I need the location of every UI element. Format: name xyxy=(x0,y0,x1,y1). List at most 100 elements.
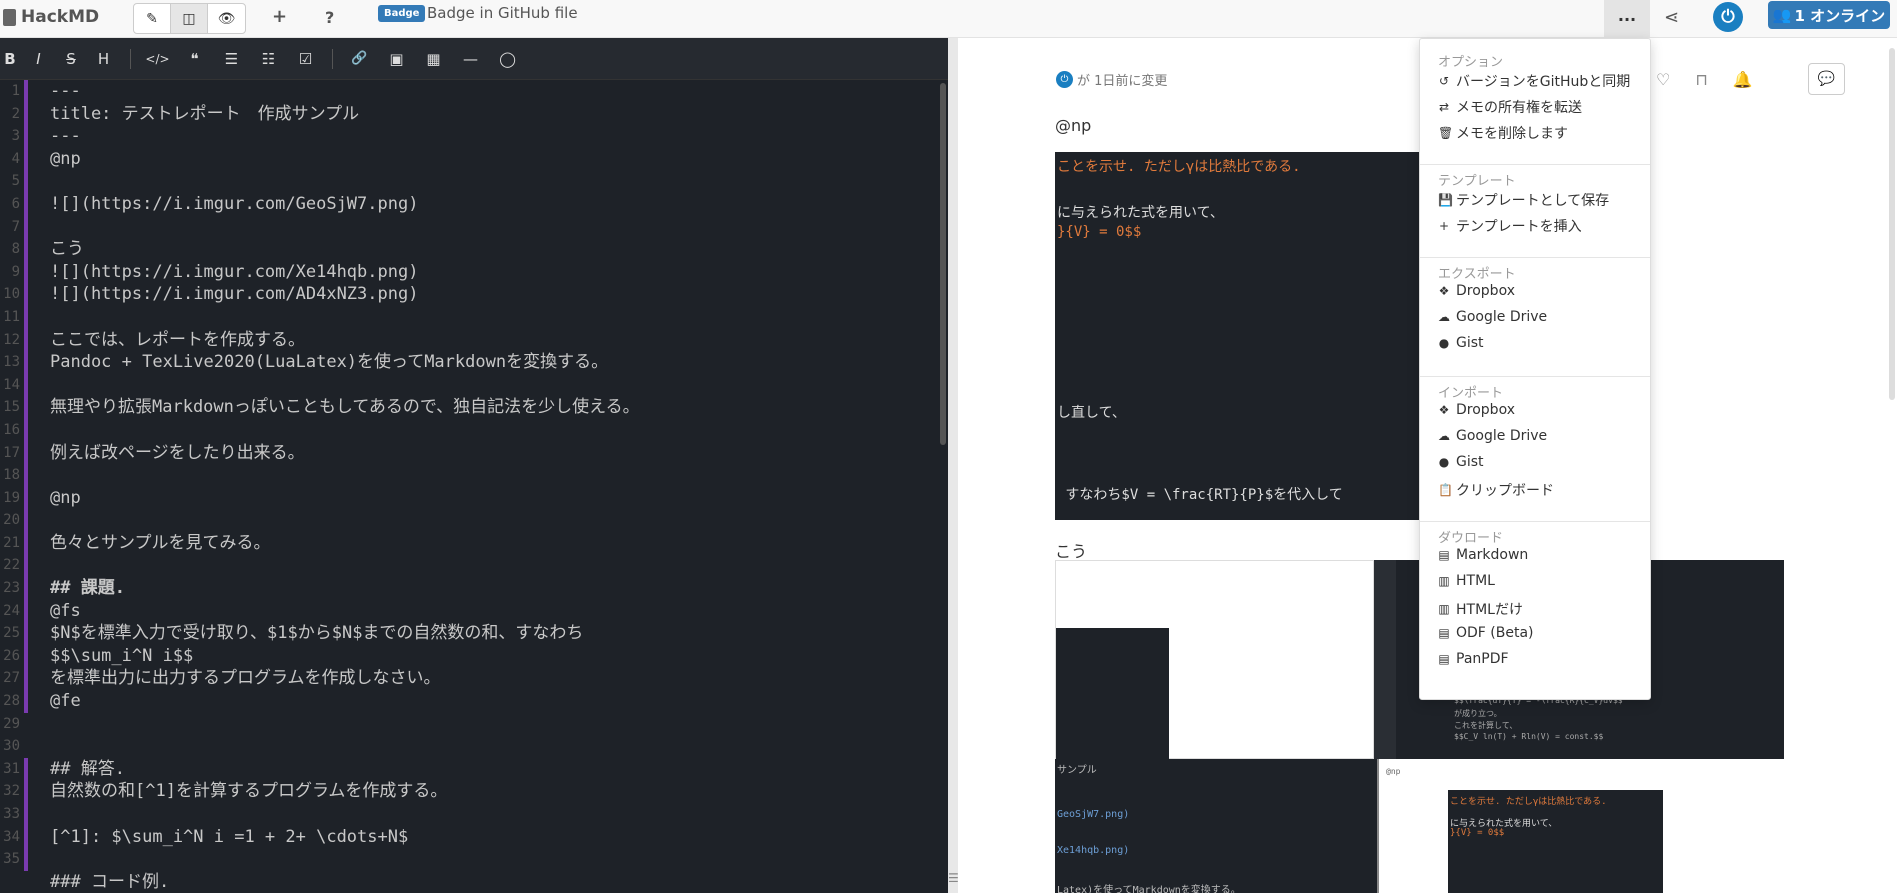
menu-item[interactable]: ❖ Dropbox xyxy=(1438,402,1515,418)
code-line[interactable]: @fs xyxy=(50,600,930,623)
help-button[interactable]: ? xyxy=(325,8,334,27)
code-line[interactable] xyxy=(50,713,930,736)
image-dark-area: ことを示せ. ただしγは比熱比である. に与えられた式を用いて、}{V} = 0$… xyxy=(1448,790,1663,893)
image-button[interactable]: ▣ xyxy=(378,50,415,68)
menu-item[interactable]: 📋 クリップボード xyxy=(1438,480,1554,500)
more-menu-button[interactable]: ··· xyxy=(1604,0,1650,38)
menu-item[interactable]: ▥ HTMLだけ xyxy=(1438,599,1523,619)
menu-item[interactable]: ▤ PanPDF xyxy=(1438,651,1509,667)
code-line[interactable]: [^1]: $\sum_i^N i =1 + 2+ \cdots+N$ xyxy=(50,826,930,849)
menu-item[interactable]: ▥ HTML xyxy=(1438,573,1495,589)
code-line[interactable]: こう xyxy=(50,238,930,261)
edit-mode-button[interactable]: ✎ xyxy=(134,4,171,33)
code-line[interactable]: 無理やり拡張Markdownっぽいこともしてあるので、独自記法を少し使える。 xyxy=(50,396,930,419)
menu-item[interactable]: 🗑 メモを削除します xyxy=(1438,123,1568,143)
code-line[interactable] xyxy=(50,306,930,329)
line-number: 30 xyxy=(3,738,20,755)
code-line[interactable]: Pandoc + TexLive2020(LuaLatex)を使ってMarkdo… xyxy=(50,351,930,374)
menu-section-header: オプション xyxy=(1438,55,1504,70)
view-mode-button[interactable]: 👁 xyxy=(208,4,245,33)
editor-scrollbar[interactable] xyxy=(940,83,946,445)
code-line[interactable] xyxy=(50,803,930,826)
italic-button[interactable]: I xyxy=(20,50,57,68)
code-line[interactable] xyxy=(50,374,930,397)
new-note-button[interactable]: + xyxy=(272,6,287,27)
pane-divider[interactable]: ☰ xyxy=(948,38,959,893)
menu-item[interactable]: ▤ ODF (Beta) xyxy=(1438,625,1533,641)
line-number: 28 xyxy=(0,690,28,713)
code-line[interactable] xyxy=(50,419,930,442)
comment-button[interactable]: ◯ xyxy=(489,50,526,68)
menu-item[interactable]: ☁ Google Drive xyxy=(1438,309,1547,325)
ordered-list-button[interactable]: ☷ xyxy=(250,50,287,68)
code-line[interactable]: ![](https://i.imgur.com/Xe14hqb.png) xyxy=(50,261,930,284)
code-line[interactable]: title: テストレポート 作成サンプル xyxy=(50,103,930,126)
image-text: これを計算して、 xyxy=(1454,721,1518,730)
unordered-list-button[interactable]: ☰ xyxy=(213,50,250,68)
line-number: 8 xyxy=(0,238,28,261)
code-line[interactable] xyxy=(50,464,930,487)
user-avatar-button[interactable]: ⏻ xyxy=(1713,2,1743,32)
code-line[interactable] xyxy=(50,848,930,871)
menu-item[interactable]: ❖ Dropbox xyxy=(1438,283,1515,299)
code-line[interactable]: 色々とサンプルを見てみる。 xyxy=(50,532,930,555)
preview-scrollbar[interactable] xyxy=(1889,48,1895,400)
code-line[interactable]: $$\sum_i^N i$$ xyxy=(50,645,930,668)
menu-item[interactable]: ● Gist xyxy=(1438,454,1484,470)
split-mode-button[interactable]: ◫ xyxy=(171,4,208,33)
code-line[interactable]: @np xyxy=(50,148,930,171)
code-button[interactable]: </> xyxy=(139,52,176,66)
menu-item-label: PanPDF xyxy=(1456,651,1509,667)
code-area[interactable]: --- title: テストレポート 作成サンプル --- @np ![](https:… xyxy=(50,80,930,893)
code-line[interactable]: ## 解答. xyxy=(50,758,930,781)
bold-button[interactable]: B xyxy=(0,50,20,68)
strikethrough-button[interactable]: S xyxy=(57,50,85,68)
code-line[interactable]: 例えば改ページをしたり出来る。 xyxy=(50,442,930,465)
code-line[interactable] xyxy=(50,216,930,239)
bookmark-icon[interactable]: ⊓ xyxy=(1695,70,1707,89)
menu-item[interactable]: 💾 テンプレートとして保存 xyxy=(1438,190,1609,210)
code-line[interactable]: 自然数の和[^1]を計算するプログラムを作成する。 xyxy=(50,780,930,803)
menu-item[interactable]: ↺ バージョンをGitHubと同期 xyxy=(1438,71,1630,91)
online-users-button[interactable]: 👥 1 オンライン xyxy=(1768,1,1890,29)
code-line[interactable]: --- xyxy=(50,80,930,103)
heart-icon[interactable]: ♡ xyxy=(1656,70,1670,89)
code-line[interactable]: ### コード例. xyxy=(50,871,930,893)
badge-label: Badge xyxy=(378,5,426,22)
doc-title[interactable]: Badge in GitHub file xyxy=(427,4,578,22)
code-line[interactable]: ![](https://i.imgur.com/AD4xNZ3.png) xyxy=(50,283,930,306)
code-line[interactable] xyxy=(50,509,930,532)
menu-item[interactable]: ☁ Google Drive xyxy=(1438,428,1547,444)
code-line[interactable]: --- xyxy=(50,125,930,148)
menu-item[interactable]: ▤ Markdown xyxy=(1438,547,1528,563)
line-number: 6 xyxy=(0,192,28,216)
brand-logo[interactable]: HackMD xyxy=(3,7,99,27)
share-icon[interactable]: ⋖ xyxy=(1664,7,1679,28)
code-line[interactable]: $N$を標準入力で受け取り、$1$から$N$までの自然数の和、すなわち xyxy=(50,622,930,645)
code-line[interactable] xyxy=(50,735,930,758)
code-line[interactable] xyxy=(50,554,930,577)
table-button[interactable]: ▦ xyxy=(415,50,452,68)
markdown-editor[interactable]: B I S H </> ❝ ☰ ☷ ☑ 🔗 ▣ ▦ — ◯ 1234567891… xyxy=(0,38,948,893)
menu-item-label: Dropbox xyxy=(1456,402,1515,418)
code-line[interactable]: @fe xyxy=(50,690,930,713)
horizontal-rule-button[interactable]: — xyxy=(452,50,489,68)
code-line[interactable]: ## 課題. xyxy=(50,577,930,600)
menu-item[interactable]: ⇄ メモの所有権を転送 xyxy=(1438,97,1582,117)
code-line[interactable]: @np xyxy=(50,487,930,510)
line-number: 34 xyxy=(0,825,28,849)
line-number: 3 xyxy=(0,125,28,148)
link-button[interactable]: 🔗 xyxy=(341,51,378,66)
bell-icon[interactable]: 🔔 xyxy=(1733,70,1753,89)
menu-item[interactable]: ● Gist xyxy=(1438,335,1484,351)
menu-item[interactable]: + テンプレートを挿入 xyxy=(1438,216,1582,236)
drag-handle-icon[interactable]: ☰ xyxy=(948,871,959,893)
code-line[interactable]: ここでは、レポートを作成する。 xyxy=(50,329,930,352)
code-line[interactable] xyxy=(50,170,930,193)
checklist-button[interactable]: ☑ xyxy=(287,50,324,68)
code-line[interactable]: ![](https://i.imgur.com/GeoSjW7.png) xyxy=(50,193,930,216)
code-line[interactable]: を標準出力に出力するプログラムを作成しなさい。 xyxy=(50,667,930,690)
comment-icon[interactable]: 💬 xyxy=(1808,63,1845,95)
quote-button[interactable]: ❝ xyxy=(176,50,213,68)
heading-button[interactable]: H xyxy=(85,50,122,68)
